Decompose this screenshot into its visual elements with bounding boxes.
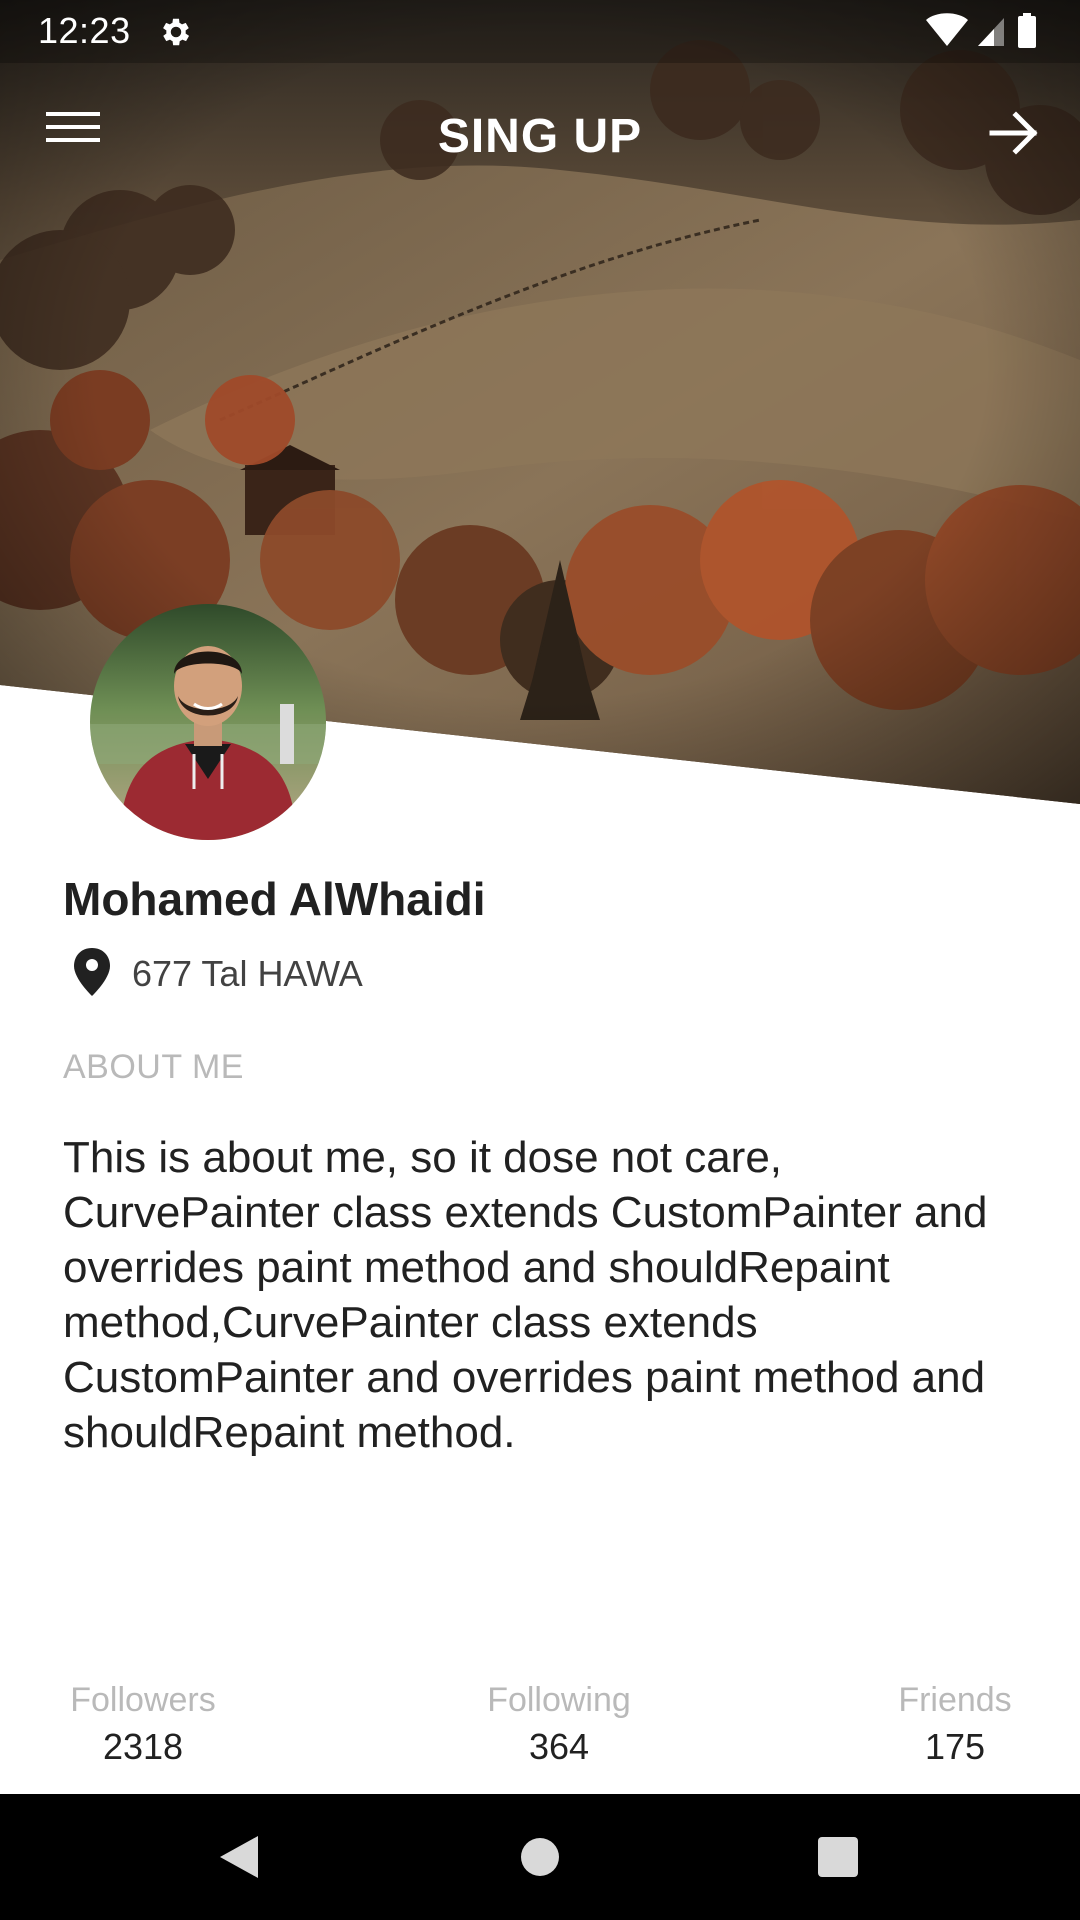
stat-friends[interactable]: Friends 175	[893, 1678, 1017, 1772]
profile-screen: 12:23 SING UP Mohamed AlWhaidi 677 Tal H…	[0, 0, 1080, 1920]
nav-recents-icon[interactable]	[805, 1824, 871, 1890]
system-nav-bar	[0, 1794, 1080, 1920]
about-heading: ABOUT ME	[63, 1048, 244, 1086]
arrow-forward-icon[interactable]	[978, 103, 1050, 163]
stat-followers[interactable]: Followers 2318	[63, 1678, 223, 1772]
gear-icon	[158, 14, 194, 50]
stat-following[interactable]: Following 364	[478, 1678, 640, 1772]
stat-value: 175	[924, 1726, 986, 1767]
stat-label: Following	[487, 1681, 631, 1719]
status-bar: 12:23	[0, 0, 1080, 63]
app-bar: SING UP	[0, 63, 1080, 210]
page-title: SING UP	[437, 110, 643, 163]
nav-back-icon[interactable]	[206, 1824, 272, 1890]
signal-icon	[978, 18, 1004, 46]
wifi-icon	[926, 13, 968, 46]
stat-value: 2318	[102, 1726, 184, 1767]
about-text: This is about me, so it dose not care, C…	[63, 1133, 988, 1457]
stat-label: Friends	[898, 1681, 1012, 1719]
status-icons	[924, 12, 1044, 52]
stat-label: Followers	[70, 1681, 216, 1719]
status-time: 12:23	[38, 10, 131, 51]
avatar[interactable]	[90, 604, 326, 840]
nav-home-icon[interactable]	[507, 1824, 573, 1890]
stat-value: 364	[528, 1726, 590, 1767]
location-row: 677 Tal HAWA	[72, 946, 363, 1002]
battery-icon	[1018, 13, 1036, 48]
location-pin-icon	[72, 946, 112, 1003]
profile-name: Mohamed AlWhaidi	[63, 873, 486, 925]
location-text: 677 Tal HAWA	[132, 953, 363, 994]
